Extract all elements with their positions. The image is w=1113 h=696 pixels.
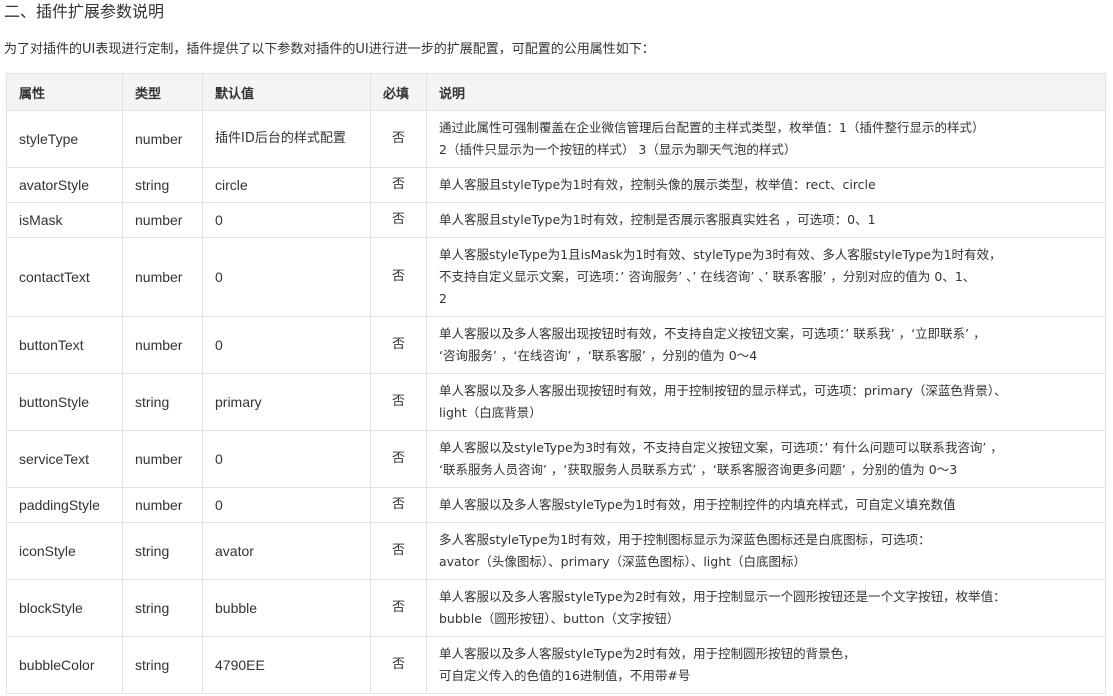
cell-desc: 通过此属性可强制覆盖在企业微信管理后台配置的主样式类型，枚举值：1（插件整行显示… <box>426 110 1106 168</box>
cell-prop: iconStyle <box>6 522 123 580</box>
cell-default: primary <box>202 373 371 431</box>
cell-required: 否 <box>370 316 427 374</box>
cell-prop: blockStyle <box>6 579 123 637</box>
table-row: serviceText number 0 否 单人客服以及styleType为3… <box>6 430 1106 488</box>
cell-required: 否 <box>370 487 427 523</box>
cell-required: 否 <box>370 579 427 637</box>
table-row: styleType number 插件ID后台的样式配置 否 通过此属性可强制覆… <box>6 110 1106 168</box>
cell-desc: 单人客服以及多人客服styleType为1时有效，用于控制控件的内填充样式，可自… <box>426 487 1106 523</box>
cell-desc: 多人客服styleType为1时有效，用于控制图标显示为深蓝色图标还是白底图标，… <box>426 522 1106 580</box>
cell-desc: 单人客服且styleType为1时有效，控制头像的展示类型，枚举值：rect、c… <box>426 167 1106 203</box>
cell-default: 4790EE <box>202 636 371 694</box>
table-row: isMask number 0 否 单人客服且styleType为1时有效，控制… <box>6 202 1106 238</box>
document-page: 二、插件扩展参数说明 为了对插件的UI表现进行定制，插件提供了以下参数对插件的U… <box>0 0 1113 696</box>
table-row: blockStyle string bubble 否 单人客服以及多人客服sty… <box>6 579 1106 637</box>
table-row: buttonStyle string primary 否 单人客服以及多人客服出… <box>6 373 1106 431</box>
cell-prop: bubbleColor <box>6 636 123 694</box>
params-table: 属性 类型 默认值 必填 说明 styleType number 插件ID后台的… <box>6 73 1106 694</box>
cell-prop: styleType <box>6 110 123 168</box>
table-row: buttonText number 0 否 单人客服以及多人客服出现按钮时有效，… <box>6 316 1106 374</box>
cell-required: 否 <box>370 110 427 168</box>
table-row: paddingStyle number 0 否 单人客服以及多人客服styleT… <box>6 487 1106 523</box>
cell-desc: 单人客服以及多人客服出现按钮时有效，不支持自定义按钮文案，可选项：’ 联系我’ … <box>426 316 1106 374</box>
header-type: 类型 <box>122 73 203 111</box>
cell-type: number <box>122 487 203 523</box>
cell-default: 0 <box>202 487 371 523</box>
cell-desc: 单人客服styleType为1且isMask为1时有效、styleType为3时… <box>426 237 1106 317</box>
cell-default: circle <box>202 167 371 203</box>
header-required: 必填 <box>370 73 427 111</box>
header-prop: 属性 <box>6 73 123 111</box>
cell-default: avator <box>202 522 371 580</box>
cell-required: 否 <box>370 202 427 238</box>
cell-prop: isMask <box>6 202 123 238</box>
table-row: bubbleColor string 4790EE 否 单人客服以及多人客服st… <box>6 636 1106 694</box>
cell-type: number <box>122 237 203 317</box>
cell-desc: 单人客服以及多人客服出现按钮时有效，用于控制按钮的显示样式，可选项：primar… <box>426 373 1106 431</box>
section-title: 二、插件扩展参数说明 <box>4 2 165 21</box>
cell-type: number <box>122 316 203 374</box>
cell-required: 否 <box>370 237 427 317</box>
table-row: contactText number 0 否 单人客服styleType为1且i… <box>6 237 1106 317</box>
cell-required: 否 <box>370 522 427 580</box>
cell-prop: paddingStyle <box>6 487 123 523</box>
cell-required: 否 <box>370 167 427 203</box>
cell-prop: contactText <box>6 237 123 317</box>
cell-default: 0 <box>202 316 371 374</box>
cell-desc: 单人客服以及styleType为3时有效，不支持自定义按钮文案，可选项：’ 有什… <box>426 430 1106 488</box>
header-row: 属性 类型 默认值 必填 说明 <box>6 73 1106 111</box>
cell-default: bubble <box>202 579 371 637</box>
cell-prop: buttonText <box>6 316 123 374</box>
table-header: 属性 类型 默认值 必填 说明 <box>6 73 1106 111</box>
cell-prop: avatorStyle <box>6 167 123 203</box>
cell-desc: 单人客服且styleType为1时有效，控制是否展示客服真实姓名 ，可选项：0、… <box>426 202 1106 238</box>
cell-type: string <box>122 636 203 694</box>
cell-type: number <box>122 202 203 238</box>
cell-prop: buttonStyle <box>6 373 123 431</box>
cell-type: number <box>122 110 203 168</box>
cell-prop: serviceText <box>6 430 123 488</box>
cell-default: 0 <box>202 430 371 488</box>
cell-type: string <box>122 167 203 203</box>
cell-type: number <box>122 430 203 488</box>
cell-type: string <box>122 522 203 580</box>
cell-default: 0 <box>202 237 371 317</box>
header-desc: 说明 <box>426 73 1106 111</box>
cell-required: 否 <box>370 373 427 431</box>
cell-required: 否 <box>370 430 427 488</box>
cell-default: 插件ID后台的样式配置 <box>202 110 371 168</box>
cell-desc: 单人客服以及多人客服styleType为2时有效，用于控制显示一个圆形按钮还是一… <box>426 579 1106 637</box>
cell-required: 否 <box>370 636 427 694</box>
cell-type: string <box>122 579 203 637</box>
table-row: avatorStyle string circle 否 单人客服且styleTy… <box>6 167 1106 203</box>
table-row: iconStyle string avator 否 多人客服styleType为… <box>6 522 1106 580</box>
cell-type: string <box>122 373 203 431</box>
intro-paragraph: 为了对插件的UI表现进行定制，插件提供了以下参数对插件的UI进行进一步的扩展配置… <box>4 42 655 57</box>
cell-default: 0 <box>202 202 371 238</box>
cell-desc: 单人客服以及多人客服styleType为2时有效，用于控制圆形按钮的背景色， 可… <box>426 636 1106 694</box>
header-default: 默认值 <box>202 73 371 111</box>
table-body: styleType number 插件ID后台的样式配置 否 通过此属性可强制覆… <box>6 110 1106 694</box>
